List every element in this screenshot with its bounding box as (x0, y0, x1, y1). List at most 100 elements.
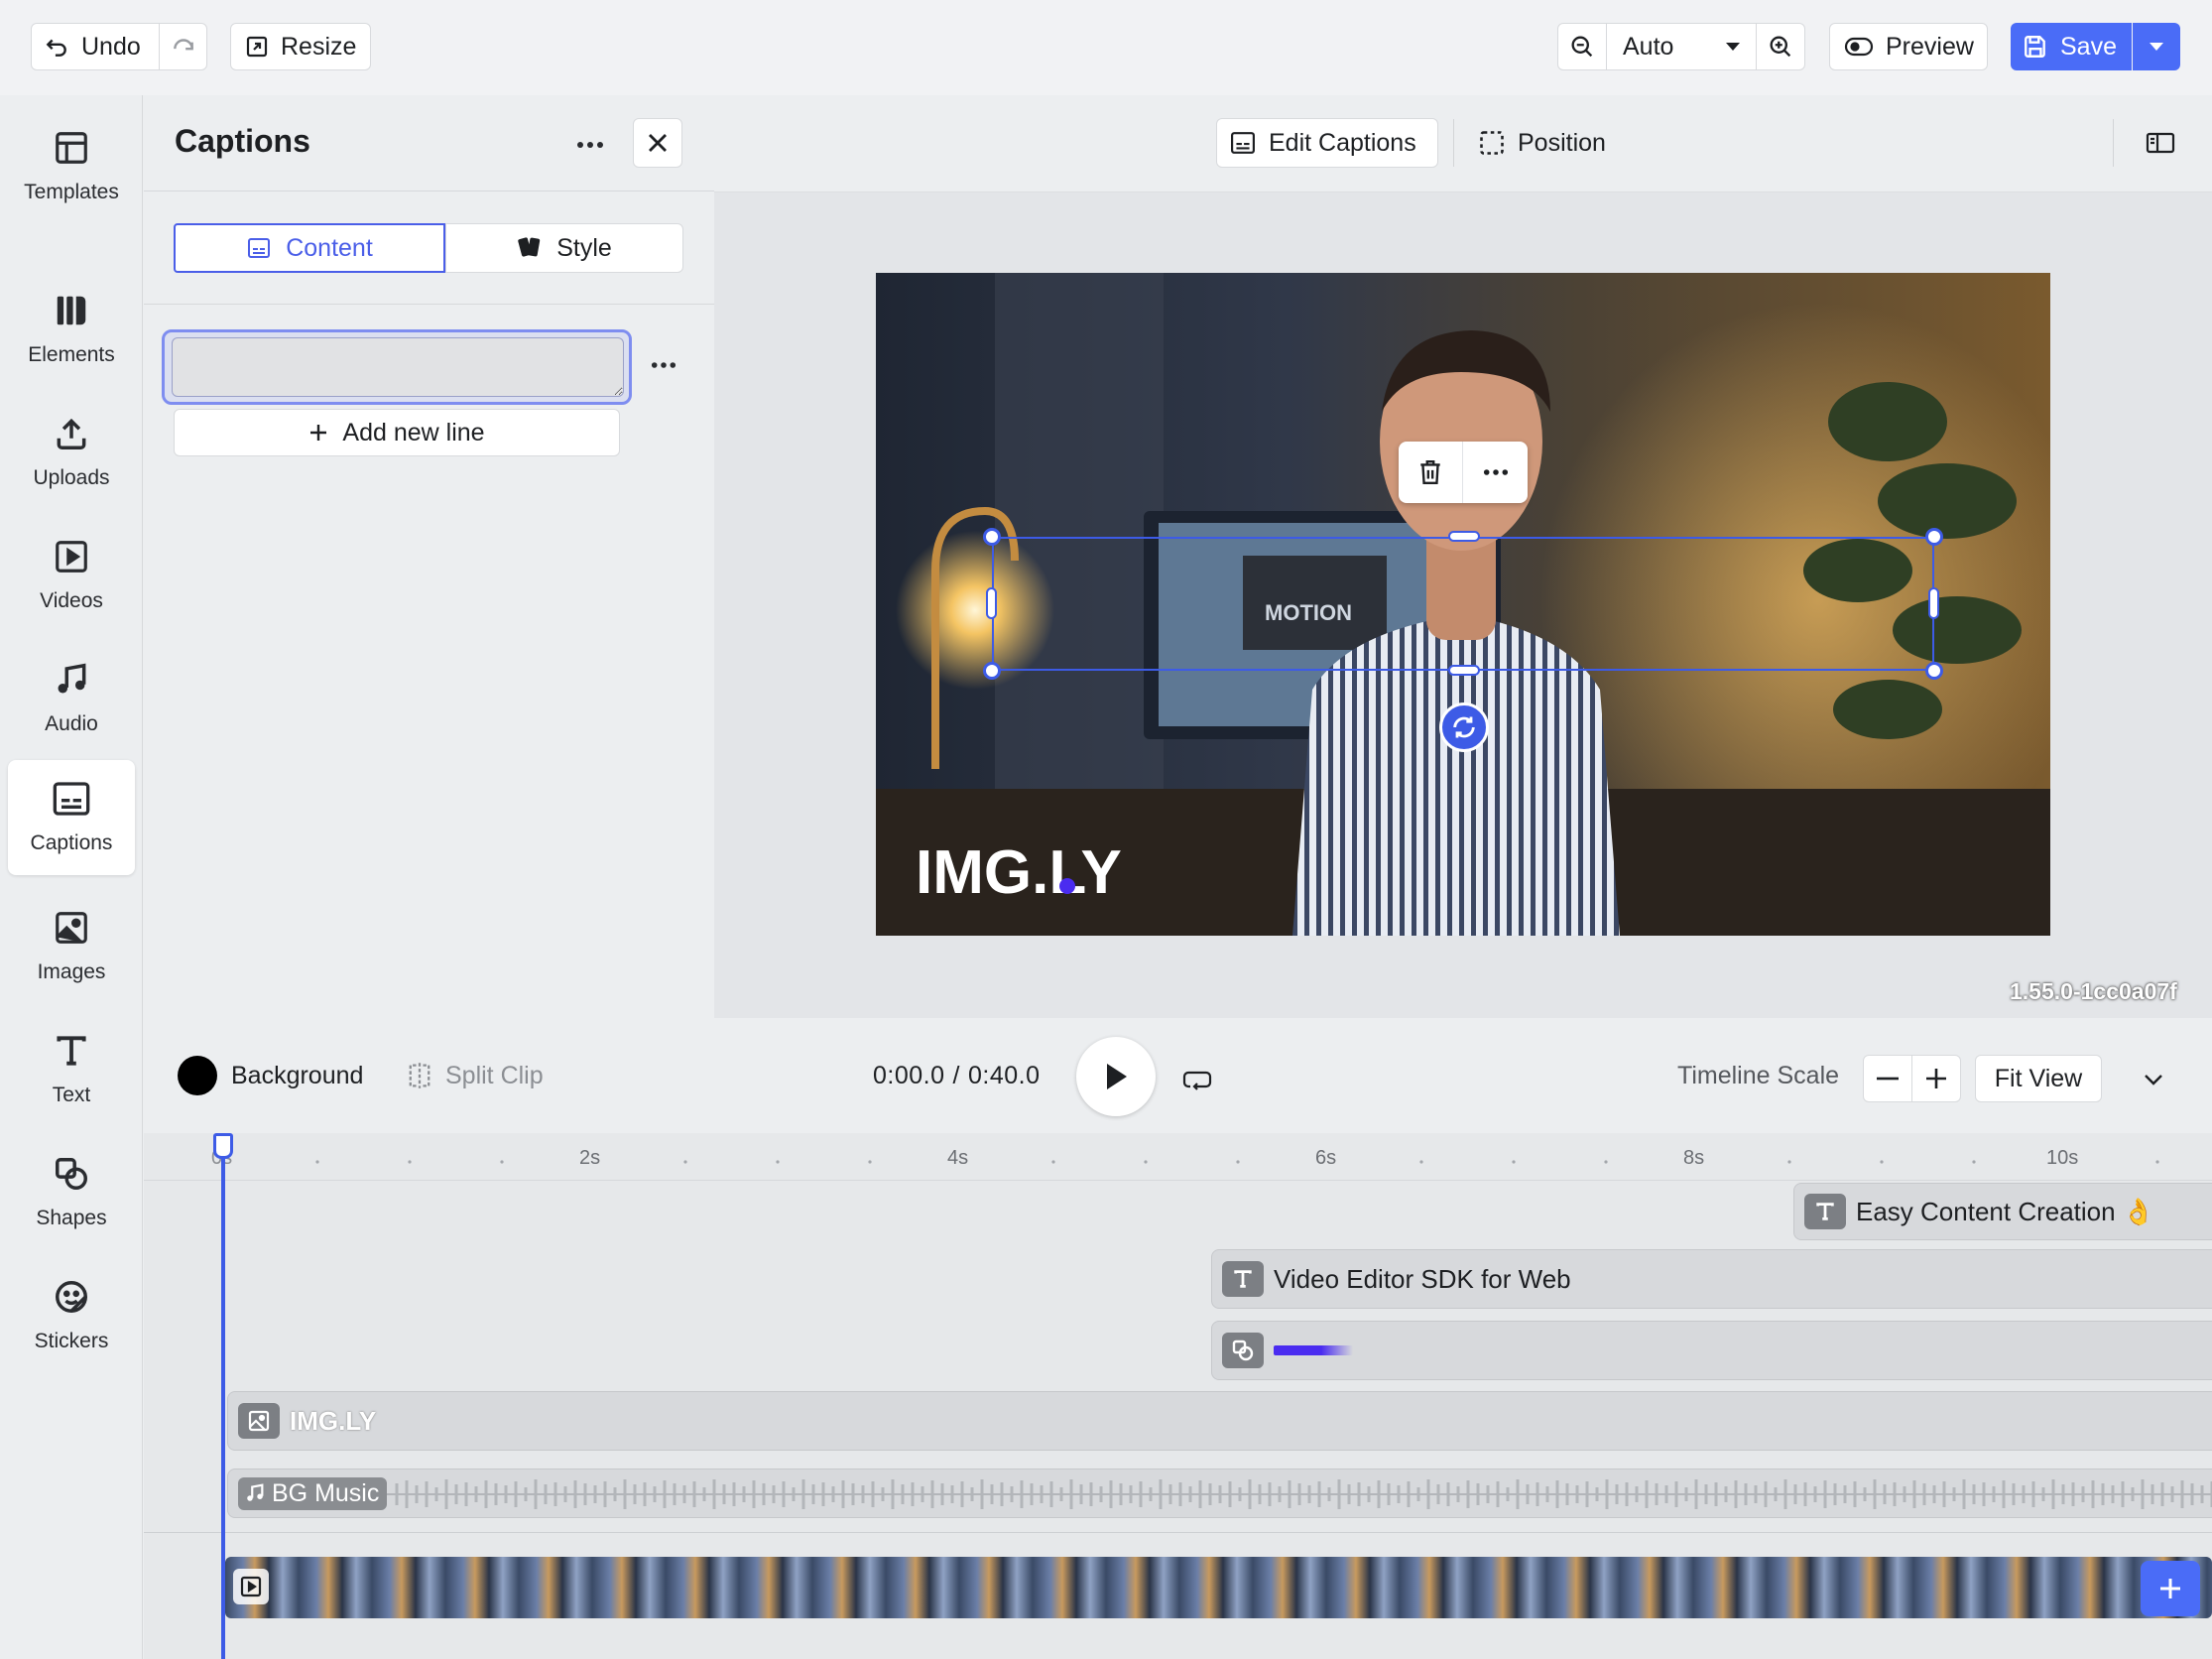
image-icon (53, 909, 90, 947)
rail-item-videos[interactable]: Videos (8, 518, 135, 633)
save-label: Save (2060, 32, 2117, 61)
sticker-icon (53, 1278, 90, 1316)
panel-more-button[interactable] (570, 125, 610, 165)
zoom-value: Auto (1623, 32, 1674, 61)
background-label: Background (231, 1061, 364, 1089)
rail-item-images[interactable]: Images (8, 889, 135, 1004)
caret-down-icon (2148, 41, 2165, 53)
timeline-collapse-button[interactable] (2134, 1060, 2173, 1099)
minus-icon (1877, 1077, 1899, 1081)
resize-handle[interactable] (983, 662, 1001, 680)
rail-item-text[interactable]: Text (8, 1012, 135, 1127)
timeline-ruler[interactable]: 0s 2s 4s 6s 8s 10s (144, 1133, 2212, 1181)
loop-button[interactable] (1177, 1060, 1217, 1099)
templates-icon (53, 129, 90, 167)
rail-item-captions[interactable]: Captions (8, 760, 135, 875)
background-color-swatch (178, 1056, 217, 1095)
rail-label: Elements (28, 343, 115, 366)
split-icon (406, 1061, 433, 1090)
position-label: Position (1518, 128, 1606, 157)
captions-icon (1229, 131, 1257, 155)
tab-content[interactable]: Content (174, 223, 445, 273)
fit-view-button[interactable]: Fit View (1975, 1055, 2102, 1102)
audio-clip[interactable]: BG Music (227, 1468, 2212, 1518)
preview-button[interactable]: Preview (1829, 23, 1988, 70)
save-button[interactable]: Save (2011, 23, 2132, 70)
rail-item-uploads[interactable]: Uploads (8, 395, 135, 510)
position-icon (1478, 129, 1506, 157)
video-clip[interactable] (225, 1557, 2212, 1618)
text-clip[interactable]: Easy Content Creation 👌 (1793, 1183, 2212, 1240)
rotate-handle[interactable] (1439, 702, 1489, 752)
rail-item-shapes[interactable]: Shapes (8, 1135, 135, 1250)
tab-style[interactable]: Style (445, 223, 683, 273)
text-clip[interactable]: Video Editor SDK for Web (1211, 1249, 2212, 1309)
plus-icon (1925, 1068, 1947, 1089)
element-more-button[interactable] (1463, 442, 1528, 503)
rail-item-templates[interactable]: Templates (8, 109, 135, 224)
playhead-handle[interactable] (213, 1133, 233, 1159)
resize-handle[interactable] (983, 528, 1001, 546)
timeline-controls: Background Split Clip 0:00.0 / 0:40.0 Ti… (144, 1018, 2212, 1133)
audio-clip-label: BG Music (272, 1478, 380, 1507)
plus-icon (2158, 1577, 2182, 1600)
redo-icon (171, 34, 196, 60)
resize-button[interactable]: Resize (230, 23, 371, 70)
plus-icon (308, 423, 328, 443)
caret-down-icon (1724, 41, 1742, 53)
timeline-scale-label: Timeline Scale (1677, 1062, 1840, 1089)
undo-label: Undo (81, 32, 141, 61)
scale-decrease-button[interactable] (1863, 1055, 1912, 1102)
rail-label: Shapes (36, 1207, 107, 1229)
zoom-out-icon (1568, 33, 1596, 61)
shape-preview-bar (1274, 1345, 1353, 1355)
zoom-select[interactable]: Auto (1606, 23, 1757, 70)
scale-increase-button[interactable] (1911, 1055, 1961, 1102)
add-new-line-button[interactable]: Add new line (174, 409, 620, 456)
play-button[interactable] (1076, 1037, 1156, 1116)
edge-handle[interactable] (1448, 531, 1480, 542)
edge-handle[interactable] (986, 587, 997, 619)
caption-text-input[interactable] (172, 337, 624, 397)
undo-button[interactable]: Undo (31, 23, 160, 70)
delete-element-button[interactable] (1399, 442, 1463, 503)
more-horizontal-icon (1483, 468, 1509, 476)
add-clip-button[interactable] (2141, 1561, 2200, 1616)
edge-handle[interactable] (1448, 665, 1480, 676)
background-color-button[interactable]: Background (178, 1056, 363, 1095)
caption-line-more-button[interactable] (642, 343, 685, 387)
rail-item-audio[interactable]: Audio (8, 641, 135, 756)
zoom-in-button[interactable] (1756, 23, 1805, 70)
toolbar-separator (1453, 119, 1454, 167)
save-options-button[interactable] (2133, 23, 2180, 70)
edge-handle[interactable] (1928, 587, 1939, 619)
rail-item-stickers[interactable]: Stickers (8, 1258, 135, 1373)
more-horizontal-icon (651, 361, 676, 369)
resize-handle[interactable] (1925, 528, 1943, 546)
top-toolbar: Undo Resize Auto Preview Save (0, 0, 2212, 95)
zoom-in-icon (1767, 33, 1794, 61)
resize-icon (245, 35, 269, 59)
time-current: 0:00.0 (873, 1062, 945, 1089)
video-icon (53, 538, 90, 575)
toggle-inspector-button[interactable] (2139, 121, 2182, 165)
resize-handle[interactable] (1925, 662, 1943, 680)
image-clip[interactable]: IMG.LY (227, 1391, 2212, 1451)
rail-item-elements[interactable]: Elements (8, 272, 135, 387)
shape-clip[interactable] (1211, 1321, 2212, 1380)
rail-label: Videos (40, 589, 103, 612)
version-label: 1.55.0-1cc0a07f (2010, 978, 2177, 1004)
tab-style-label: Style (556, 233, 612, 262)
split-clip-button[interactable]: Split Clip (406, 1056, 544, 1095)
zoom-out-button[interactable] (1557, 23, 1607, 70)
shapes-icon (53, 1155, 90, 1193)
chevron-down-icon (2144, 1074, 2163, 1085)
selected-caption-frame[interactable] (992, 537, 1934, 671)
panel-close-button[interactable] (633, 118, 682, 168)
edit-captions-button[interactable]: Edit Captions (1216, 118, 1438, 168)
upload-icon (53, 415, 90, 452)
position-button[interactable]: Position (1478, 118, 1606, 168)
playhead[interactable] (221, 1133, 225, 1659)
close-icon (647, 132, 669, 154)
redo-button[interactable] (159, 23, 207, 70)
